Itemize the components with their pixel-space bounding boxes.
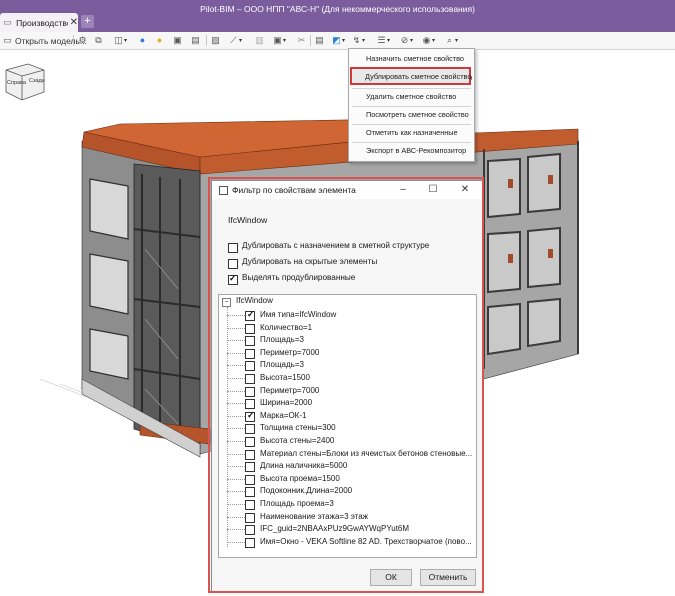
toolbar-divider [73,35,74,46]
settings-button[interactable]: ⚙ [77,34,88,47]
close-tab-icon[interactable]: ✕ [70,17,78,28]
estimate-button[interactable]: ◩ ▾ [331,34,345,47]
add-tab-button[interactable]: + [81,15,94,28]
document-tab[interactable]: ▭ Производственны... ✕ [0,13,78,32]
blue-dot-icon: ● [139,35,146,45]
yellow-marker-button[interactable]: ● [154,34,165,47]
section-box-icon: ◫ [114,35,123,45]
toolbar-divider [206,35,207,46]
measure-button[interactable]: ⟋ ▾ [228,34,242,47]
select-icon: ▣ [173,35,182,45]
frame-icon: ⧉ [95,35,102,45]
list-icon: ☰ [377,35,386,45]
properties-button[interactable]: ▤ [314,34,325,47]
scissors-icon: ✂ [297,35,306,45]
disk-icon: ▨ [211,35,220,45]
estimate-property-menu: Назначить сметное свойство Дублировать с… [348,48,475,162]
list-button[interactable]: ☰ ▾ [376,34,390,47]
menu-item-export-abc[interactable]: Экспорт в АВС-Рекомпозитор [349,144,474,158]
properties-icon: ▤ [315,35,324,45]
menu-item-delete-estimate-property[interactable]: Удалить сметное свойство [349,90,474,104]
camera-icon: ▣ [273,35,282,45]
open-folder-icon: ▭ [3,35,12,45]
cube-icon: ▤ [191,35,200,45]
yellow-dot-icon: ● [156,35,163,45]
tab-label: Производственны... [16,17,67,28]
visibility-button[interactable]: ⊘ ▾ [399,34,413,47]
menu-item-assign-estimate-property[interactable]: Назначить сметное свойство [349,52,474,66]
menu-item-mark-assigned[interactable]: Отметить как назначенные [349,126,474,140]
section-button[interactable]: ◫ ▾ [113,34,127,47]
menu-divider [352,106,471,107]
open-model-button[interactable]: ▭ Открыть модель... [2,34,87,47]
dialog-highlight-frame [208,177,484,593]
trash-icon: ▥ [255,35,264,45]
delete-button[interactable]: ▥ [254,34,265,47]
selection-button[interactable]: ▣ [172,34,183,47]
menu-divider [352,124,471,125]
search-button[interactable]: ⌕ ▾ [444,34,458,47]
save-view-button[interactable]: ▨ [210,34,221,47]
wrench-icon: ↯ [352,35,361,45]
cut-button[interactable]: ✂ [296,34,307,47]
menu-divider [352,142,471,143]
frame-button[interactable]: ⧉ [93,34,104,47]
gear-icon: ⚙ [78,35,87,45]
menu-item-view-estimate-property[interactable]: Посмотреть сметное свойство [349,108,474,122]
main-toolbar: ▭ Открыть модель... ⚙ ⧉ ◫ ▾ ● ● ▣ ▤ ▨ ⟋ ▾ … [0,32,675,81]
ruler-icon: ⟋ [230,35,237,45]
estimate-property-dropdown[interactable]: ↯ ▾ [351,34,365,47]
blue-marker-button[interactable]: ● [137,34,148,47]
hide-button[interactable]: ▤ [190,34,201,47]
eye-off-icon: ⊘ [400,35,409,45]
app-titlebar: Pilot-BIM – ООО НПП "АВС-Н" (Для некомме… [0,0,675,32]
eye-icon: ◉ [422,35,431,45]
screenshot-button[interactable]: ▣ ▾ [272,34,286,47]
app-title: Pilot-BIM – ООО НПП "АВС-Н" (Для некомме… [200,4,475,14]
search-icon: ⌕ [446,35,453,45]
highlighted-menu-item-label[interactable]: Дублировать сметное свойство [348,70,473,84]
toolbar-divider [310,35,311,46]
document-icon: ▭ [3,17,12,27]
view-button[interactable]: ◉ ▾ [421,34,435,47]
estimate-icon: ◩ [332,35,341,45]
menu-divider [352,88,471,89]
